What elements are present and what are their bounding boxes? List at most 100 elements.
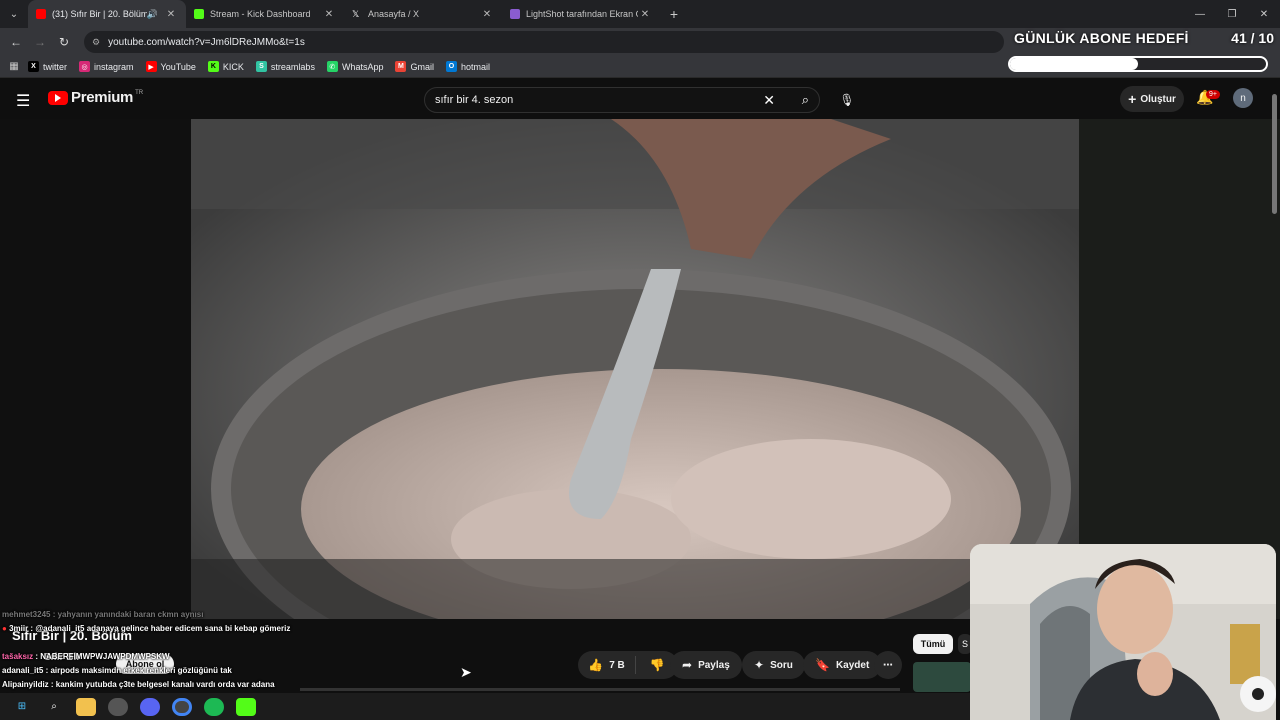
new-tab-icon[interactable]: +	[660, 6, 688, 22]
more-icon: ⋯	[883, 659, 893, 671]
heart-icon: ●	[2, 624, 7, 633]
bookmark-gmail[interactable]: M Gmail	[395, 61, 434, 72]
like-button[interactable]: 👍 7 B	[578, 656, 636, 674]
discord-icon[interactable]	[140, 697, 160, 716]
bookmark-hotmail[interactable]: Ohotmail	[445, 61, 490, 72]
spotify-icon[interactable]	[204, 697, 224, 716]
site-info-icon[interactable]: ⚙	[92, 37, 100, 48]
browser-tab-bar: ⌄ (31) Sıfır Bir | 20. Bölüm - Yo 🔊 ✕ St…	[0, 0, 1280, 28]
back-icon[interactable]: ←	[4, 35, 28, 49]
forward-icon[interactable]: →	[28, 35, 52, 49]
page-scrollbar[interactable]	[1272, 94, 1277, 214]
chrome-icon[interactable]	[172, 697, 192, 716]
create-label: Oluştur	[1140, 93, 1176, 105]
menu-icon[interactable]: ☰	[16, 91, 30, 111]
share-button[interactable]: ➦ Paylaş	[670, 651, 742, 679]
recommended-thumbnail[interactable]	[913, 662, 971, 692]
thumbs-down-icon: 👎	[649, 658, 665, 672]
streamlabs-icon: S	[255, 61, 267, 72]
create-button[interactable]: + Oluştur	[1120, 86, 1184, 112]
close-tab-icon[interactable]: ✕	[322, 9, 336, 20]
tab-title: (31) Sıfır Bir | 20. Bölüm - Yo	[52, 9, 147, 19]
bookmark-whatsapp[interactable]: ✆ WhatsApp	[326, 61, 384, 72]
tab-youtube[interactable]: (31) Sıfır Bir | 20. Bölüm - Yo 🔊 ✕	[28, 0, 186, 28]
save-button[interactable]: 🔖 Kaydet	[803, 651, 882, 679]
bookmark-youtube[interactable]: ▶ YouTube	[145, 61, 196, 72]
save-label: Kaydet	[835, 659, 870, 671]
stream-chat-overlay: mehmet3245 : yahyanın yanındaki baran ck…	[2, 608, 292, 706]
goal-progress-bar	[1008, 56, 1268, 72]
bookmark-streamlabs[interactable]: Sstreamlabs	[255, 61, 315, 72]
reload-icon[interactable]: ↻	[52, 35, 76, 49]
chat-message: mehmet3245 : yahyanın yanındaki baran ck…	[2, 608, 292, 622]
tab-search-icon[interactable]: ⌄	[0, 0, 28, 28]
bookmark-label: Gmail	[410, 61, 434, 72]
bookmark-label: WhatsApp	[341, 61, 384, 72]
goal-title: GÜNLÜK ABONE HEDEFİ	[1014, 30, 1189, 46]
chat-user: 3miir	[9, 624, 29, 633]
speaker-icon[interactable]: 🔊	[147, 9, 158, 20]
tab-kick[interactable]: Stream - Kick Dashboard ✕	[186, 0, 344, 28]
close-window-icon[interactable]: ✕	[1248, 0, 1280, 28]
youtube-header: ☰ Premium TR sıfır bir 4. sezon ✕ ⌕ 🎙 + O…	[0, 79, 1280, 119]
share-label: Paylaş	[698, 659, 730, 671]
chat-user: mehmet3245	[2, 610, 51, 619]
restore-icon[interactable]: ❐	[1216, 0, 1248, 28]
windows-start-icon[interactable]: ⊞	[12, 698, 32, 716]
instagram-icon: ◎	[79, 61, 91, 72]
kick-app-icon[interactable]	[236, 697, 256, 716]
bookmark-label: YouTube	[160, 61, 196, 72]
search-icon[interactable]: ⌕	[44, 698, 64, 716]
chat-user: tašaksız	[2, 652, 34, 661]
microphone-icon[interactable]: 🎙	[836, 89, 858, 111]
more-actions-button[interactable]: ⋯	[874, 651, 902, 679]
like-count: 7 B	[609, 659, 625, 671]
youtube-icon: ▶	[145, 61, 157, 72]
bookmark-kick[interactable]: K KICK	[207, 61, 244, 72]
chat-message: tašaksız : NABERFIMWPWJAWPDMWPSKW	[2, 650, 292, 664]
tab-x[interactable]: 𝕏 Anasayfa / X ✕	[344, 0, 502, 28]
close-tab-icon[interactable]: ✕	[638, 9, 652, 20]
address-bar[interactable]: ⚙ youtube.com/watch?v=Jm6lDReJMMo&t=1s	[84, 31, 1004, 53]
goal-count: 41 / 10	[1231, 30, 1274, 46]
tab-title: LightShot tarafından Ekran Görü	[526, 9, 638, 19]
chat-message: ● 3miir : @adanali_it5 adanaya gelince h…	[2, 622, 292, 636]
goal-progress-fill	[1010, 58, 1138, 70]
logo-text: Premium	[71, 89, 134, 106]
webcam-image	[970, 544, 1276, 720]
obs-icon[interactable]	[108, 697, 128, 716]
minimize-icon[interactable]: —	[1184, 0, 1216, 28]
kick-icon: K	[207, 61, 219, 72]
gmail-icon: M	[395, 61, 407, 72]
youtube-premium-logo[interactable]: Premium TR	[48, 89, 143, 106]
youtube-favicon-icon	[36, 9, 46, 19]
video-player[interactable]	[191, 119, 1079, 619]
share-icon: ➦	[682, 658, 693, 672]
url-text: youtube.com/watch?v=Jm6lDReJMMo&t=1s	[108, 36, 305, 48]
bookmark-label: streamlabs	[270, 61, 315, 72]
lightshot-favicon-icon	[510, 9, 520, 19]
tab-lightshot[interactable]: LightShot tarafından Ekran Görü ✕	[502, 0, 660, 28]
plus-icon: +	[1128, 91, 1137, 107]
apps-grid-icon[interactable]: ▦	[0, 61, 28, 72]
search-value: sıfır bir 4. sezon	[435, 94, 514, 106]
search-icon[interactable]: ⌕	[802, 92, 809, 108]
whatsapp-icon: ✆	[326, 61, 338, 72]
logo-region: TR	[135, 89, 144, 96]
chip-all[interactable]: Tümü	[913, 634, 953, 654]
bookmark-icon: 🔖	[815, 658, 830, 672]
avatar[interactable]: n	[1233, 88, 1253, 108]
tab-title: Stream - Kick Dashboard	[210, 9, 311, 19]
bookmark-instagram[interactable]: ◎ instagram	[79, 61, 134, 72]
file-explorer-icon[interactable]	[76, 697, 96, 716]
video-letterbox-left	[0, 119, 191, 619]
bookmark-twitter[interactable]: Xtwitter	[28, 61, 67, 72]
chat-text: : @adanali_it5 adanaya gelince haber edi…	[28, 624, 291, 633]
clear-search-icon[interactable]: ✕	[763, 92, 775, 109]
search-input[interactable]: sıfır bir 4. sezon ✕ ⌕	[424, 87, 820, 113]
save-wrapper: 🔖 Kaydet	[803, 651, 882, 679]
thumbs-up-icon: 👍	[588, 658, 604, 672]
close-tab-icon[interactable]: ✕	[480, 9, 494, 20]
ask-button[interactable]: ✦ Soru	[742, 651, 805, 679]
close-tab-icon[interactable]: ✕	[164, 9, 178, 20]
